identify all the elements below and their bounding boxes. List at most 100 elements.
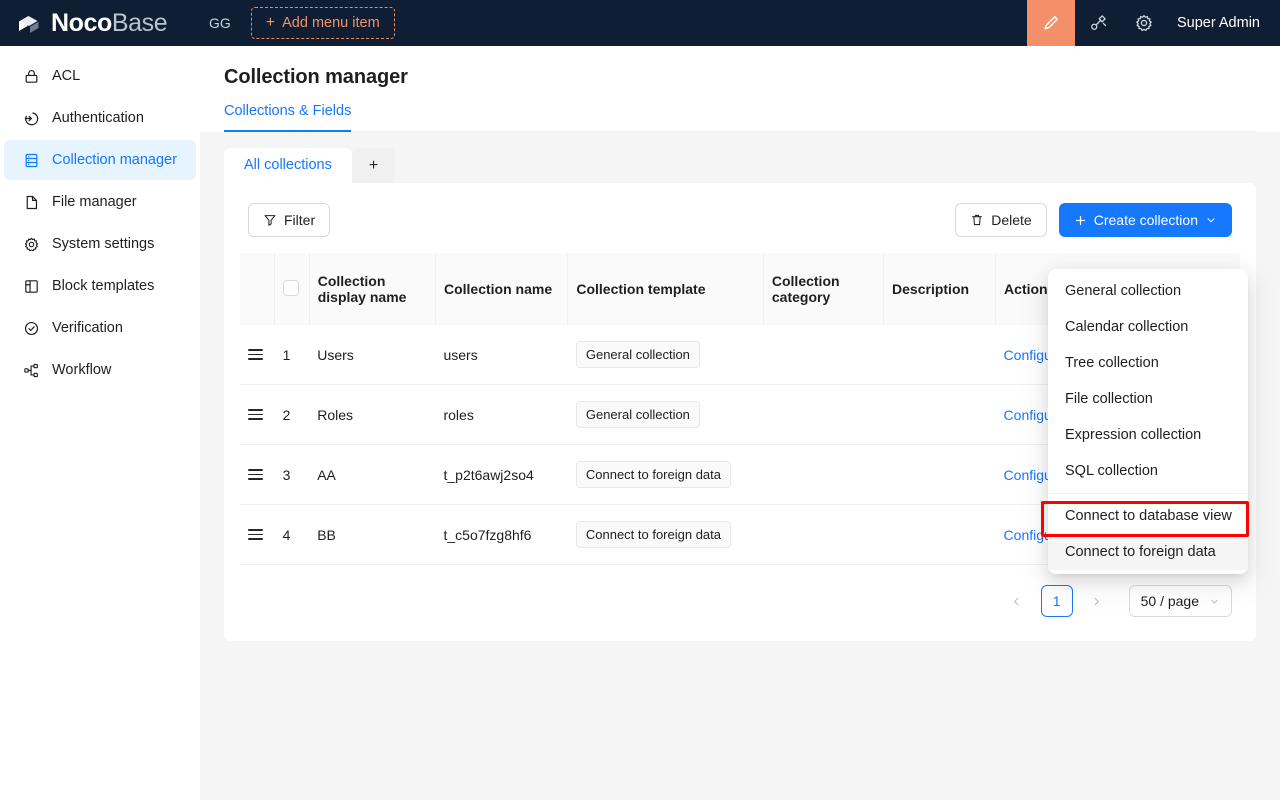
sidebar-item-block-templates[interactable]: Block templates bbox=[4, 266, 196, 306]
chevron-down-icon bbox=[1205, 214, 1217, 226]
add-menu-item-label: Add menu item bbox=[282, 15, 380, 31]
header-actions: Super Admin bbox=[1026, 0, 1280, 46]
filter-label: Filter bbox=[284, 212, 316, 228]
menu-item-general-collection[interactable]: General collection bbox=[1048, 273, 1248, 309]
drag-handle-icon[interactable] bbox=[248, 409, 263, 420]
page-title: Collection manager bbox=[224, 66, 408, 88]
nocobase-logo-icon bbox=[16, 9, 44, 37]
chevron-down-icon bbox=[1209, 596, 1220, 607]
sidebar-item-label: Block templates bbox=[52, 278, 155, 294]
delete-label: Delete bbox=[991, 212, 1032, 228]
sidebar-item-collection-manager[interactable]: Collection manager bbox=[4, 140, 196, 180]
row-template-cell: General collection bbox=[567, 384, 764, 445]
page-tab-bar: Collections & Fields bbox=[224, 103, 1256, 132]
tab-collections-and-fields[interactable]: Collections & Fields bbox=[224, 103, 352, 132]
row-index: 1 bbox=[274, 325, 310, 385]
select-all-checkbox[interactable] bbox=[283, 279, 300, 296]
menu-item-connect-to-database-view[interactable]: Connect to database view bbox=[1048, 498, 1248, 534]
row-template-cell: Connect to foreign data bbox=[567, 504, 764, 565]
row-drag-handle-cell bbox=[240, 504, 275, 565]
toolbar-right-actions: Delete Create collection bbox=[955, 203, 1232, 237]
login-arrow-icon bbox=[22, 109, 40, 127]
th-description[interactable]: Description bbox=[883, 253, 997, 325]
template-tag: Connect to foreign data bbox=[575, 521, 732, 548]
sidebar-item-label: Collection manager bbox=[52, 152, 177, 168]
sidebar-item-verification[interactable]: Verification bbox=[4, 308, 196, 348]
plugin-icon[interactable] bbox=[1075, 0, 1121, 46]
file-icon bbox=[22, 193, 40, 211]
th-collection-category[interactable]: Collection category bbox=[763, 253, 885, 325]
row-template-cell: Connect to foreign data bbox=[567, 444, 764, 505]
sidebar-item-workflow[interactable]: Workflow bbox=[4, 350, 196, 390]
sidebar-nav: ACL Authentication Collection manager Fi… bbox=[0, 46, 200, 800]
row-description bbox=[883, 504, 996, 565]
pagination: 1 50 / page bbox=[240, 565, 1240, 625]
page-size-select[interactable]: 50 / page bbox=[1128, 585, 1232, 617]
row-collection-name: roles bbox=[435, 384, 568, 445]
row-category bbox=[763, 504, 884, 565]
chevron-left-icon[interactable] bbox=[1001, 585, 1033, 617]
page-number-1[interactable]: 1 bbox=[1040, 585, 1073, 617]
create-collection-dropdown-menu: General collection Calendar collection T… bbox=[1048, 269, 1248, 574]
th-collection-display-name[interactable]: Collection display name bbox=[309, 253, 436, 325]
row-display-name: BB bbox=[309, 504, 436, 565]
logo-text-bold: Noco bbox=[51, 8, 112, 37]
logo-text-light: Base bbox=[111, 8, 168, 37]
plus-icon: + bbox=[265, 14, 276, 31]
sidebar-item-label: Authentication bbox=[52, 110, 144, 126]
menu-item-file-collection[interactable]: File collection bbox=[1048, 381, 1248, 417]
add-menu-item-button[interactable]: + Add menu item bbox=[250, 7, 395, 39]
row-description bbox=[883, 384, 996, 445]
th-select-all bbox=[274, 253, 310, 325]
user-name-label[interactable]: Super Admin bbox=[1167, 15, 1280, 31]
create-collection-label: Create collection bbox=[1093, 212, 1198, 228]
sidebar-item-label: System settings bbox=[52, 236, 155, 252]
plus-icon bbox=[1074, 214, 1087, 227]
sidebar-item-file-manager[interactable]: File manager bbox=[4, 182, 196, 222]
page-size-label: 50 / page bbox=[1140, 593, 1199, 609]
th-collection-name[interactable]: Collection name bbox=[435, 253, 569, 325]
app-logo-text: NocoBase bbox=[51, 8, 168, 37]
menu-item-calendar-collection[interactable]: Calendar collection bbox=[1048, 309, 1248, 345]
row-index: 3 bbox=[274, 444, 310, 505]
row-category bbox=[763, 384, 884, 445]
sidebar-item-system-settings[interactable]: System settings bbox=[4, 224, 196, 264]
row-drag-handle-cell bbox=[240, 384, 275, 445]
menu-item-connect-to-foreign-data[interactable]: Connect to foreign data bbox=[1048, 534, 1248, 570]
drag-handle-icon[interactable] bbox=[248, 529, 263, 540]
database-list-icon bbox=[22, 151, 40, 169]
table-toolbar: Filter Delete Create collection bbox=[240, 199, 1240, 253]
drag-handle-icon[interactable] bbox=[248, 469, 263, 480]
row-collection-name: t_c5o7fzg8hf6 bbox=[435, 504, 568, 565]
menu-divider bbox=[1048, 493, 1248, 494]
th-drag bbox=[240, 253, 276, 325]
app-logo[interactable]: NocoBase bbox=[0, 0, 195, 46]
template-tag: General collection bbox=[575, 401, 700, 428]
row-drag-handle-cell bbox=[240, 325, 275, 385]
row-category bbox=[763, 325, 884, 385]
sidebar-item-label: File manager bbox=[52, 194, 137, 210]
sidebar-item-authentication[interactable]: Authentication bbox=[4, 98, 196, 138]
filter-button[interactable]: Filter bbox=[248, 203, 331, 237]
add-collection-tab-button[interactable]: + bbox=[351, 148, 396, 183]
drag-handle-icon[interactable] bbox=[248, 349, 263, 360]
workspace-label[interactable]: GG bbox=[195, 0, 245, 46]
delete-button[interactable]: Delete bbox=[955, 203, 1047, 237]
top-header-bar: NocoBase GG + Add menu item Super Admin bbox=[0, 0, 1280, 46]
menu-item-sql-collection[interactable]: SQL collection bbox=[1048, 453, 1248, 489]
create-collection-button[interactable]: Create collection bbox=[1058, 203, 1232, 237]
th-collection-template[interactable]: Collection template bbox=[567, 253, 764, 325]
row-description bbox=[883, 444, 996, 505]
row-display-name: Roles bbox=[309, 384, 436, 445]
layout-icon bbox=[22, 277, 40, 295]
tab-all-collections[interactable]: All collections bbox=[224, 148, 352, 183]
sidebar-item-label: Workflow bbox=[52, 362, 112, 378]
gear-icon[interactable] bbox=[1121, 0, 1167, 46]
sidebar-item-label: Verification bbox=[52, 320, 123, 336]
menu-item-tree-collection[interactable]: Tree collection bbox=[1048, 345, 1248, 381]
app-root: NocoBase GG + Add menu item Super Admin … bbox=[0, 0, 1280, 800]
menu-item-expression-collection[interactable]: Expression collection bbox=[1048, 417, 1248, 453]
sidebar-item-acl[interactable]: ACL bbox=[4, 56, 196, 96]
highlighter-icon[interactable] bbox=[1026, 0, 1075, 46]
chevron-right-icon[interactable] bbox=[1081, 585, 1113, 617]
